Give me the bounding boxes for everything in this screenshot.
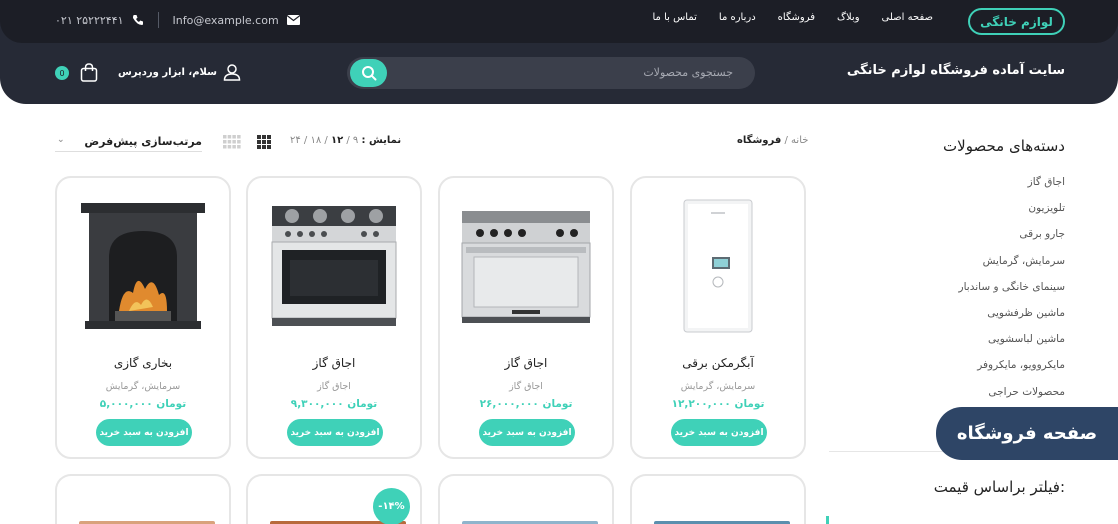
product-category[interactable]: اجاق گاز bbox=[248, 381, 420, 392]
add-to-cart-button[interactable]: افزودن به سبد خرید bbox=[479, 419, 575, 446]
product-price: ۱۲,۲۰۰,۰۰۰ تومان bbox=[671, 398, 765, 410]
product-title[interactable]: اجاق گاز bbox=[248, 356, 420, 370]
product-image[interactable] bbox=[450, 196, 602, 336]
product-price: ۵,۰۰۰,۰۰۰ تومان bbox=[99, 398, 187, 410]
chevron-down-icon: ⌄ bbox=[57, 135, 65, 145]
per-page-option[interactable]: ۹ bbox=[353, 135, 358, 146]
nav-item-contact[interactable]: تماس با ما bbox=[652, 12, 696, 23]
product-image[interactable] bbox=[642, 196, 794, 336]
product-image[interactable] bbox=[67, 196, 219, 336]
nav-item-home[interactable]: صفحه اصلی bbox=[882, 12, 933, 23]
category-link[interactable]: جارو برقی bbox=[1019, 226, 1065, 252]
product-card[interactable] bbox=[55, 474, 231, 524]
water-heater-icon bbox=[683, 199, 753, 333]
categories-list: اجاق گاز تلویزیون جارو برقی سرمایش، گرما… bbox=[959, 174, 1066, 410]
product-title[interactable]: آبگرمکن برقی bbox=[632, 356, 804, 370]
main-nav: صفحه اصلی وبلاگ فروشگاه درباره ما تماس ب… bbox=[652, 12, 933, 23]
product-title[interactable]: بخاری گازی bbox=[57, 356, 229, 370]
search-bar: جستجوی محصولات bbox=[347, 57, 755, 89]
breadcrumb-home[interactable]: خانه bbox=[791, 135, 808, 146]
fireplace-icon bbox=[81, 203, 205, 329]
product-price: ۲۶,۰۰۰,۰۰۰ تومان bbox=[479, 398, 573, 410]
view-switcher bbox=[223, 135, 271, 149]
category-link[interactable]: مایکروویو، مایکروفر bbox=[977, 357, 1065, 383]
breadcrumb: خانه / فروشگاه bbox=[737, 135, 808, 146]
category-link[interactable]: سرمایش، گرمایش bbox=[983, 253, 1065, 279]
stove-icon bbox=[461, 211, 591, 323]
per-page-label: نمایش : bbox=[361, 135, 402, 146]
nav-item-about[interactable]: درباره ما bbox=[719, 12, 756, 23]
product-title[interactable]: اجاق گاز bbox=[440, 356, 612, 370]
search-button[interactable] bbox=[350, 59, 387, 87]
stove-icon bbox=[271, 206, 397, 326]
greeting-text: سلام، ابزار وردپرس bbox=[118, 66, 217, 78]
product-card[interactable]: اجاق گاز اجاق گاز ۲۶,۰۰۰,۰۰۰ تومان افزود… bbox=[438, 176, 614, 459]
top-bar: لوازم خانگی صفحه اصلی وبلاگ فروشگاه دربا… bbox=[0, 0, 1118, 43]
brand-button[interactable]: لوازم خانگی bbox=[968, 8, 1065, 35]
divider bbox=[157, 12, 159, 28]
user-icon bbox=[223, 64, 241, 81]
nav-item-blog[interactable]: وبلاگ bbox=[837, 12, 860, 23]
phone-icon bbox=[132, 15, 143, 25]
category-link[interactable]: اجاق گاز bbox=[1028, 174, 1065, 200]
add-to-cart-button[interactable]: افزودن به سبد خرید bbox=[96, 419, 192, 446]
mail-icon bbox=[286, 15, 300, 25]
nav-item-shop[interactable]: فروشگاه bbox=[778, 12, 815, 23]
product-card[interactable]: اجاق گاز اجاق گاز ۹,۳۰۰,۰۰۰ تومان افزودن… bbox=[246, 176, 422, 459]
price-filter-title: فیلتر براساس قیمت: bbox=[933, 478, 1065, 496]
header: لوازم خانگی صفحه اصلی وبلاگ فروشگاه دربا… bbox=[0, 0, 1118, 104]
category-link[interactable]: تلویزیون bbox=[1028, 200, 1065, 226]
cart-icon[interactable] bbox=[80, 63, 98, 82]
product-price: ۹,۳۰۰,۰۰۰ تومان bbox=[290, 398, 378, 410]
product-category[interactable]: اجاق گاز bbox=[440, 381, 612, 392]
product-card[interactable]: بخاری گازی سرمایش، گرمایش ۵,۰۰۰,۰۰۰ توما… bbox=[55, 176, 231, 459]
category-link[interactable]: ماشین ظرفشویی bbox=[987, 305, 1065, 331]
search-input[interactable]: جستجوی محصولات bbox=[643, 66, 733, 79]
category-link[interactable]: سینمای خانگی و ساندبار bbox=[959, 279, 1066, 305]
category-link[interactable]: ماشین لباسشویی bbox=[988, 331, 1065, 357]
sort-value: مرتب‌سازی پیش‌فرض bbox=[84, 135, 202, 148]
shop-page-badge[interactable]: صفحه فروشگاه bbox=[936, 407, 1118, 460]
product-card[interactable] bbox=[630, 474, 806, 524]
product-category[interactable]: سرمایش، گرمایش bbox=[57, 381, 229, 392]
price-slider-handle[interactable] bbox=[826, 516, 829, 524]
per-page-option[interactable]: ۱۸ bbox=[310, 135, 321, 146]
add-to-cart-button[interactable]: افزودن به سبد خرید bbox=[671, 419, 767, 446]
phone-number[interactable]: ۰۲۱ ۲۵۲۲۲۴۴۱ bbox=[55, 14, 124, 27]
page: لوازم خانگی صفحه اصلی وبلاگ فروشگاه دربا… bbox=[0, 0, 1118, 524]
per-page-option[interactable]: ۲۴ bbox=[290, 135, 301, 146]
user-account[interactable]: سلام، ابزار وردپرس bbox=[118, 63, 241, 81]
breadcrumb-separator: / bbox=[784, 135, 788, 146]
product-card[interactable] bbox=[438, 474, 614, 524]
breadcrumb-current: فروشگاه bbox=[737, 135, 782, 146]
per-page-selector: نمایش : ۹ / ۱۲ / ۱۸ / ۲۴ bbox=[290, 135, 402, 146]
contact-info: ۰۲۱ ۲۵۲۲۲۴۴۱ Info@example.com bbox=[55, 12, 300, 28]
grid-4-icon[interactable] bbox=[223, 135, 241, 149]
categories-title: دسته‌های محصولات bbox=[943, 137, 1065, 155]
email-link[interactable]: Info@example.com bbox=[173, 14, 279, 27]
category-link[interactable]: محصولات حراجی bbox=[988, 384, 1065, 410]
product-image[interactable] bbox=[258, 196, 410, 336]
add-to-cart-button[interactable]: افزودن به سبد خرید bbox=[287, 419, 383, 446]
grid-3-icon[interactable] bbox=[257, 135, 271, 149]
discount-badge: -۱۴% bbox=[373, 488, 410, 524]
site-title[interactable]: سایت آماده فروشگاه لوازم خانگی bbox=[847, 63, 1065, 78]
product-category[interactable]: سرمایش، گرمایش bbox=[632, 381, 804, 392]
search-icon bbox=[361, 66, 376, 81]
sort-select[interactable]: مرتب‌سازی پیش‌فرض ⌄ bbox=[55, 132, 202, 152]
product-card[interactable]: آبگرمکن برقی سرمایش، گرمایش ۱۲,۲۰۰,۰۰۰ ت… bbox=[630, 176, 806, 459]
per-page-option-active[interactable]: ۱۲ bbox=[331, 135, 343, 146]
cart-count-badge: 0 bbox=[55, 66, 69, 80]
